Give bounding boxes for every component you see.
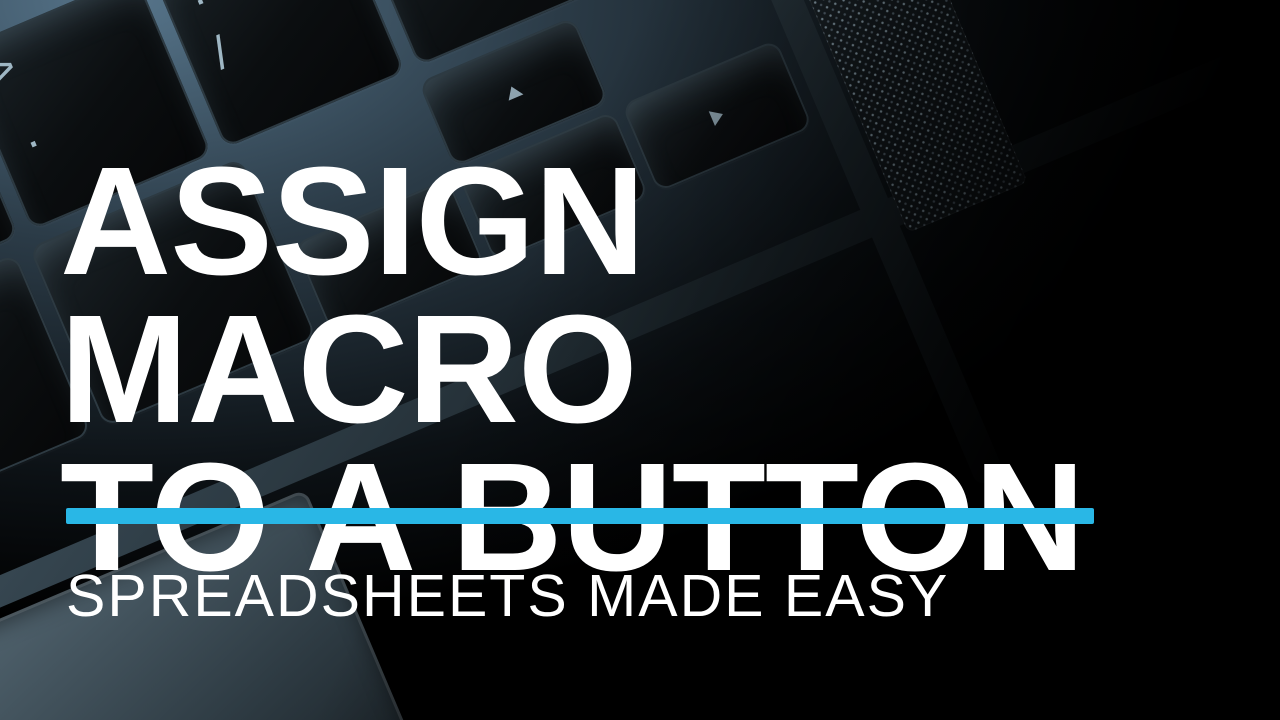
headline: ASSIGN MACRO TO A BUTTON [60, 148, 1250, 591]
subheading: SPREADSHEETS MADE EASY [66, 562, 949, 630]
headline-line-1: ASSIGN MACRO [60, 148, 1250, 444]
accent-rule [66, 508, 1094, 524]
text-overlay: ASSIGN MACRO TO A BUTTON SPREADSHEETS MA… [0, 0, 1280, 720]
